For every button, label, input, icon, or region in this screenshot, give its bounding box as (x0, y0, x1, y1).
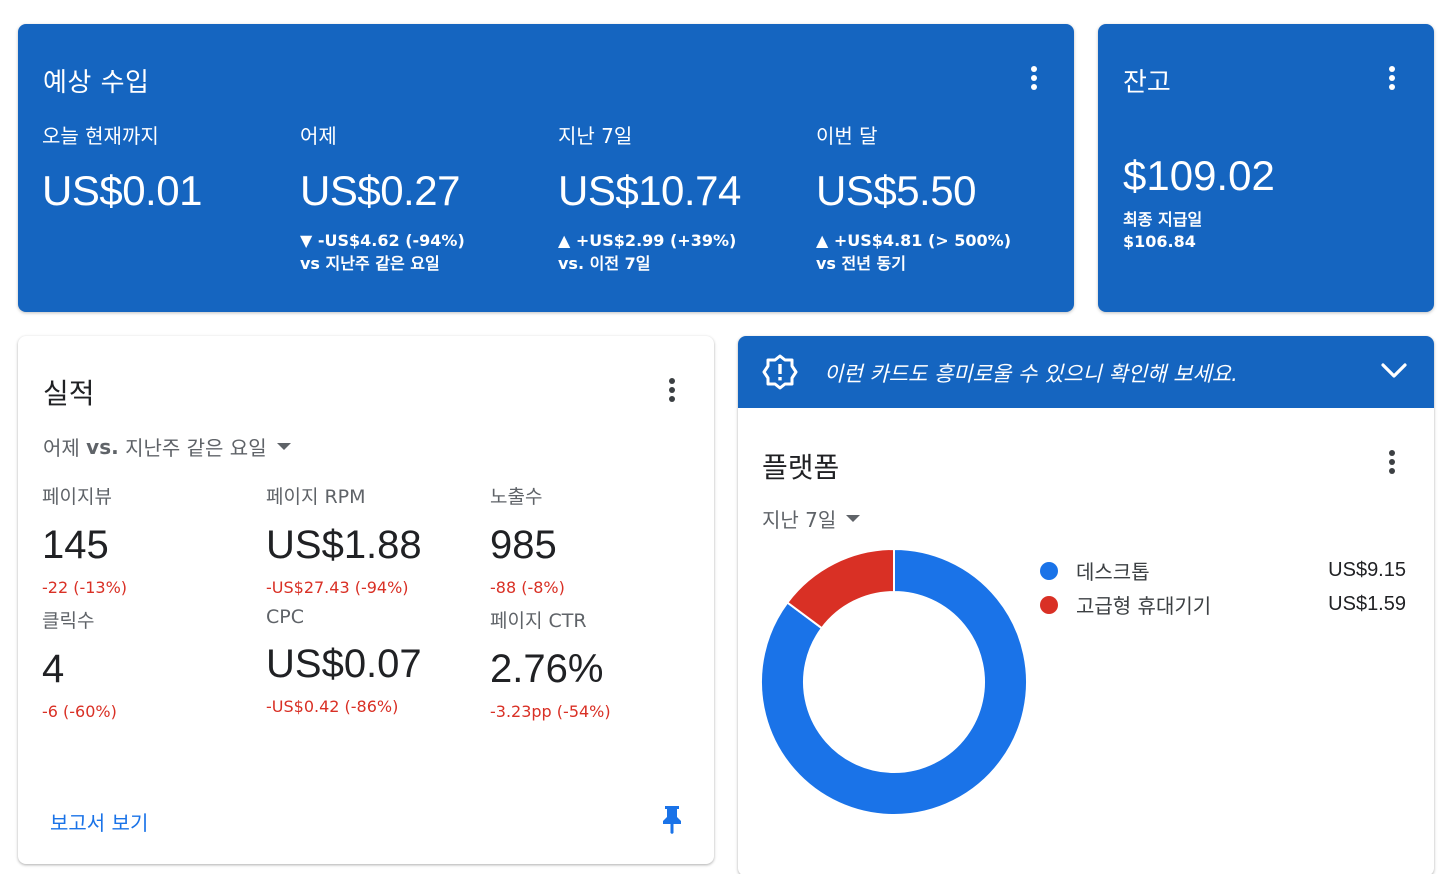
pin-icon[interactable] (660, 804, 684, 838)
metric-delta: ▲ +US$4.81 (> 500%) (816, 231, 1012, 250)
metric-label: 페이지 CTR (490, 610, 587, 632)
metric-value: US$1.88 (266, 523, 422, 567)
metric-value: 4 (42, 647, 65, 691)
metric-label: 이번 달 (816, 124, 878, 148)
platform-title: 플랫폼 (762, 451, 840, 484)
metric-value: US$0.07 (266, 642, 422, 686)
metric-label: 페이지뷰 (42, 486, 112, 508)
metric-label: 어제 (300, 124, 337, 148)
range-suffix: 지난주 같은 요일 (118, 436, 267, 460)
legend-label: 데스크톱 (1076, 560, 1150, 584)
earnings-last-7-days: 지난 7일 US$10.74 ▲ +US$2.99 (+39%) vs. 이전 … (558, 120, 808, 275)
metric-value: 985 (490, 523, 557, 567)
platform-donut-chart (760, 548, 1028, 816)
earnings-this-month: 이번 달 US$5.50 ▲ +US$4.81 (> 500%) vs 전년 동… (816, 120, 1066, 275)
metric-value: US$0.01 (42, 167, 202, 214)
legend-value: US$1.59 (1328, 593, 1406, 615)
legend-swatch (1040, 595, 1058, 614)
legend-item-desktop: 데스크톱 US$9.15 (1040, 556, 1406, 585)
last-payment-label: 최종 지급일 (1123, 210, 1203, 229)
metric-label: 지난 7일 (558, 124, 633, 148)
metric-pageviews: 페이지뷰 145 -22 (-13%) (42, 482, 252, 597)
alert-icon (762, 354, 798, 394)
range-label: 지난 7일 (762, 508, 837, 532)
platform-card: 이런 카드도 흥미로울 수 있으니 확인해 보세요. 플랫폼 지난 7일 데스크… (738, 336, 1434, 874)
legend-label: 고급형 휴대기기 (1076, 594, 1212, 618)
chevron-down-icon (846, 515, 861, 522)
metric-change: -US$0.42 (-86%) (266, 697, 399, 716)
chevron-down-icon[interactable] (1380, 362, 1408, 384)
balance-card: 잔고 $109.02 최종 지급일 $106.84 (1098, 24, 1434, 312)
metric-label: 노출수 (490, 486, 543, 508)
platform-range-dropdown[interactable]: 지난 7일 (762, 504, 861, 533)
metric-label: 오늘 현재까지 (42, 124, 159, 148)
earnings-title: 예상 수입 (43, 68, 150, 98)
range-prefix: 어제 (43, 436, 87, 460)
metric-change: -6 (-60%) (42, 702, 117, 721)
performance-title: 실적 (43, 377, 95, 410)
platform-more-icon[interactable] (1380, 450, 1404, 478)
legend-value: US$9.15 (1328, 559, 1406, 581)
metric-change: -88 (-8%) (490, 578, 565, 597)
metric-compare: vs 전년 동기 (816, 254, 906, 273)
balance-title: 잔고 (1123, 68, 1171, 98)
range-vs: vs. (86, 434, 119, 459)
earnings-more-icon[interactable] (1022, 66, 1046, 94)
metric-label: 클릭수 (42, 610, 95, 632)
estimated-earnings-card: 예상 수입 오늘 현재까지 US$0.01 어제 US$0.27 ▼ -US$4… (18, 24, 1074, 312)
performance-more-icon[interactable] (660, 378, 684, 406)
metric-change: -3.23pp (-54%) (490, 702, 611, 721)
performance-range-dropdown[interactable]: 어제 vs. 지난주 같은 요일 (43, 432, 291, 461)
metric-value: US$10.74 (558, 167, 741, 214)
legend-item-high-end-mobile: 고급형 휴대기기 US$1.59 (1040, 590, 1406, 619)
legend-swatch (1040, 561, 1058, 580)
metric-page-rpm: 페이지 RPM US$1.88 -US$27.43 (-94%) (266, 482, 476, 597)
metric-impressions: 노출수 985 -88 (-8%) (490, 482, 700, 597)
metric-label: 페이지 RPM (266, 486, 366, 508)
suggestion-banner[interactable]: 이런 카드도 흥미로울 수 있으니 확인해 보세요. (738, 336, 1434, 408)
view-report-link[interactable]: 보고서 보기 (50, 807, 148, 836)
metric-delta: ▲ +US$2.99 (+39%) (558, 231, 737, 250)
metric-clicks: 클릭수 4 -6 (-60%) (42, 606, 252, 721)
metric-compare: vs. 이전 7일 (558, 254, 651, 273)
metric-change: -22 (-13%) (42, 578, 128, 597)
earnings-yesterday: 어제 US$0.27 ▼ -US$4.62 (-94%) vs 지난주 같은 요… (300, 120, 550, 275)
performance-card: 실적 어제 vs. 지난주 같은 요일 페이지뷰 145 -22 (-13%) … (18, 336, 714, 864)
metric-value: 145 (42, 523, 109, 567)
balance-amount: $109.02 (1123, 152, 1275, 199)
chevron-down-icon (276, 443, 291, 450)
balance-more-icon[interactable] (1380, 66, 1404, 94)
last-payment-value: $106.84 (1123, 232, 1196, 251)
metric-label: CPC (266, 606, 304, 628)
suggestion-text: 이런 카드도 흥미로울 수 있으니 확인해 보세요. (824, 362, 1238, 386)
metric-compare: vs 지난주 같은 요일 (300, 254, 440, 273)
metric-cpc: CPC US$0.07 -US$0.42 (-86%) (266, 606, 476, 716)
metric-value: 2.76% (490, 647, 604, 691)
metric-page-ctr: 페이지 CTR 2.76% -3.23pp (-54%) (490, 606, 700, 721)
metric-value: US$0.27 (300, 167, 460, 214)
metric-value: US$5.50 (816, 167, 976, 214)
metric-change: -US$27.43 (-94%) (266, 578, 409, 597)
metric-delta: ▼ -US$4.62 (-94%) (300, 231, 465, 250)
earnings-today: 오늘 현재까지 US$0.01 (42, 120, 292, 215)
